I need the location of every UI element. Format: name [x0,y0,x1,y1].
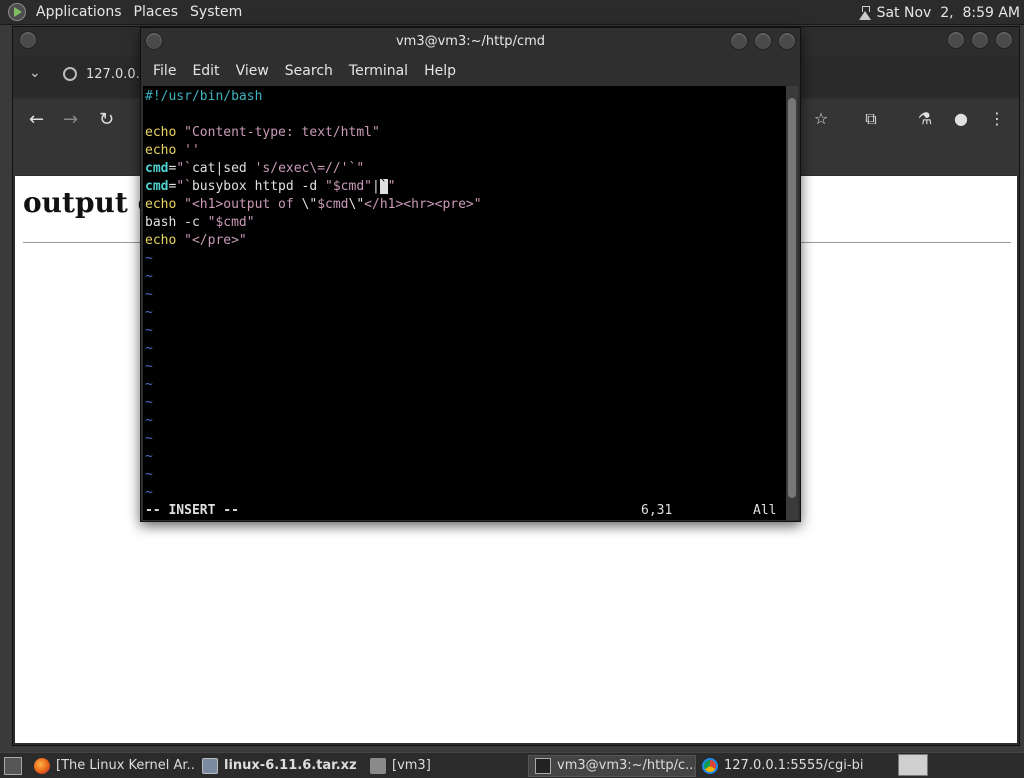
code-line: echo "<h1>output of \"$cmd\"</h1><hr><pr… [145,197,482,212]
menu-edit[interactable]: Edit [184,63,227,79]
vim-cursor-position: 6,31 [641,503,673,518]
chrome-icon [702,757,718,774]
taskbar-item-label: [The Linux Kernel Ar... [56,758,196,773]
code-line: echo '' [145,143,200,158]
applications-logo-icon[interactable] [8,3,26,21]
taskbar-item-label: linux-6.11.6.tar.xz [224,758,357,773]
profile-icon[interactable]: ● [951,109,971,129]
empty-line-tilde: ~ [145,413,153,428]
globe-icon [63,67,77,81]
scrollbar-thumb[interactable] [788,98,796,498]
more-menu-icon[interactable]: ⋮ [987,109,1007,129]
empty-line-tilde: ~ [145,449,153,464]
maximize-button[interactable] [971,31,989,49]
workspace-switcher[interactable] [898,754,928,776]
terminal-icon [535,757,551,774]
taskbar-item-label: 127.0.0.1:5555/cgi-bi... [724,758,864,773]
vim-scroll-position: All [753,503,777,518]
menu-system[interactable]: System [184,4,248,20]
empty-line-tilde: ~ [145,467,153,482]
taskbar-item-label: vm3@vm3:~/http/c... [557,758,696,773]
empty-line-tilde: ~ [145,395,153,410]
labs-flask-icon[interactable]: ⚗ [915,109,935,129]
empty-line-tilde: ~ [145,305,153,320]
close-button[interactable] [995,31,1013,49]
terminal-window-controls [730,32,796,50]
bookmark-star-icon[interactable]: ☆ [811,109,831,129]
menu-applications[interactable]: Applications [30,4,128,20]
empty-line-tilde: ~ [145,269,153,284]
terminal-title: vm3@vm3:~/http/cmd [395,34,546,49]
clock[interactable]: Sat Nov 2, 8:59 AM [877,5,1020,21]
forward-arrow-icon[interactable]: → [63,109,78,130]
firefox-icon [34,757,50,774]
vim-mode-indicator: -- INSERT -- [145,503,239,518]
taskbar-item-label: [vm3] [392,758,431,773]
flask-icon[interactable] [858,5,871,20]
maximize-button[interactable] [754,32,772,50]
minimize-button[interactable] [730,32,748,50]
browser-window-controls [947,31,1013,49]
terminal-screen[interactable]: #!/usr/bin/bash echo "Content-type: text… [143,86,786,520]
menu-terminal[interactable]: Terminal [341,63,416,79]
bottom-panel: [The Linux Kernel Ar... linux-6.11.6.tar… [0,752,1024,778]
empty-line-tilde: ~ [145,287,153,302]
folder-icon [370,757,386,774]
top-panel: Applications Places System Sat Nov 2, 8:… [0,0,1024,25]
empty-line-tilde: ~ [145,431,153,446]
taskbar-item-archive[interactable]: linux-6.11.6.tar.xz [196,755,364,777]
empty-line-tilde: ~ [145,377,153,392]
empty-line-tilde: ~ [145,485,153,500]
window-menu-button[interactable] [19,31,37,49]
archive-manager-icon [202,757,218,774]
empty-line-tilde: ~ [145,341,153,356]
empty-line-tilde: ~ [145,323,153,338]
terminal-menubar: File Edit View Search Terminal Help [141,58,800,84]
taskbar-item-terminal[interactable]: vm3@vm3:~/http/c... [528,754,696,777]
menu-view[interactable]: View [228,63,277,79]
code-line: bash -c "$cmd" [145,215,255,230]
toolbar-right-icons: ☆ ⧉ ⚗ ● ⋮ [811,109,1007,129]
code-line: cmd="`cat|sed 's/exec\=//'`" [145,161,365,176]
taskbar-item-firefox[interactable]: [The Linux Kernel Ar... [28,755,196,777]
reload-icon[interactable]: ↻ [99,109,114,130]
code-line: echo "Content-type: text/html" [145,125,380,140]
taskbar-item-browser[interactable]: 127.0.0.1:5555/cgi-bi... [696,755,864,777]
code-line: cmd="`busybox httpd -d "$cmd"|`" [145,179,396,194]
tab-list-chevron-icon[interactable]: ⌄ [29,65,41,81]
taskbar-item-folder[interactable]: [vm3] [364,755,528,777]
extensions-icon[interactable]: ⧉ [861,109,881,129]
back-arrow-icon[interactable]: ← [29,109,44,130]
close-button[interactable] [778,32,796,50]
code-line: #!/usr/bin/bash [145,89,263,104]
terminal-scrollbar[interactable] [786,86,798,520]
clock-area: Sat Nov 2, 8:59 AM [858,0,1020,25]
empty-line-tilde: ~ [145,359,153,374]
menu-help[interactable]: Help [416,63,464,79]
menu-places[interactable]: Places [128,4,185,20]
show-desktop-icon[interactable] [4,756,22,775]
code-line: echo "</pre>" [145,233,247,248]
browser-window-menu [19,31,37,49]
menu-search[interactable]: Search [277,63,341,79]
minimize-button[interactable] [947,31,965,49]
terminal-window: vm3@vm3:~/http/cmd File Edit View Search… [140,27,801,522]
empty-line-tilde: ~ [145,251,153,266]
menu-file[interactable]: File [145,63,184,79]
